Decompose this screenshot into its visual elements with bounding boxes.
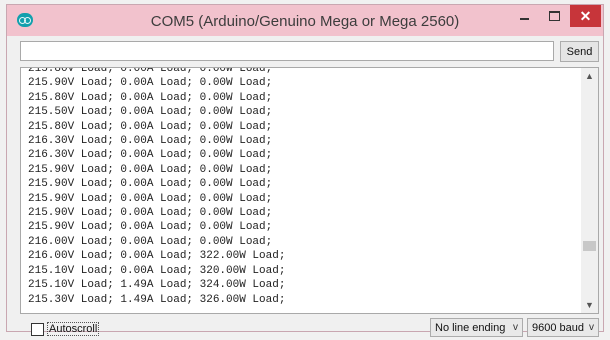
scroll-thumb[interactable] <box>583 241 596 251</box>
scroll-down-icon[interactable]: ▼ <box>581 297 598 313</box>
maximize-button[interactable] <box>539 5 569 27</box>
output-lines: 215.80V Load; 0.00A Load; 0.00W Load; 215… <box>28 67 286 307</box>
baud-rate-select[interactable]: 9600 baud v <box>527 318 599 337</box>
autoscroll-checkbox[interactable] <box>31 322 44 336</box>
minimize-icon <box>519 18 529 20</box>
output-line: 215.80V Load; 0.00A Load; 0.00W Load; <box>28 120 273 133</box>
autoscroll-toggle[interactable]: Autoscroll <box>31 322 100 336</box>
serial-output[interactable]: 215.80V Load; 0.00A Load; 0.00W Load; 215… <box>20 67 599 314</box>
output-line: 215.10V Load; 1.49A Load; 324.00W Load; <box>28 279 286 292</box>
close-button[interactable]: ✕ <box>570 5 601 27</box>
baud-rate-value: 9600 baud <box>532 321 584 334</box>
output-line: 216.00V Load; 0.00A Load; 322.00W Load; <box>28 250 286 263</box>
chevron-down-icon: v <box>589 322 594 333</box>
output-line: 215.90V Load; 0.00A Load; 0.00W Load; <box>28 207 273 220</box>
output-line: 215.90V Load; 0.00A Load; 0.00W Load; <box>28 163 273 176</box>
line-ending-value: No line ending <box>435 321 506 334</box>
output-line: 215.10V Load; 0.00A Load; 320.00W Load; <box>28 264 286 277</box>
chevron-down-icon: v <box>513 322 518 333</box>
output-line: 216.30V Load; 0.00A Load; 0.00W Load; <box>28 149 273 162</box>
serial-monitor-window: COM5 (Arduino/Genuino Mega or Mega 2560)… <box>6 4 604 337</box>
send-button[interactable]: Send <box>560 41 599 62</box>
scroll-up-icon[interactable]: ▲ <box>581 68 598 84</box>
line-ending-select[interactable]: No line ending v <box>430 318 523 337</box>
output-line: 215.90V Load; 0.00A Load; 0.00W Load; <box>28 192 273 205</box>
output-line: 215.90V Load; 0.00A Load; 0.00W Load; <box>28 178 273 191</box>
output-line: 215.90V Load; 0.00A Load; 0.00W Load; <box>28 221 273 234</box>
serial-input[interactable] <box>20 41 554 61</box>
output-line: 215.80V Load; 0.00A Load; 0.00W Load; <box>28 91 273 104</box>
output-line: 215.30V Load; 1.49A Load; 326.00W Load; <box>28 293 286 306</box>
maximize-icon <box>548 11 560 21</box>
close-icon: ✕ <box>579 7 592 24</box>
output-line: 215.50V Load; 0.00A Load; 0.00W Load; <box>28 106 273 119</box>
vertical-scrollbar[interactable]: ▲ ▼ <box>581 68 598 313</box>
output-line: 216.00V Load; 0.00A Load; 0.00W Load; <box>28 235 273 248</box>
minimize-button[interactable] <box>509 5 539 27</box>
title-bar[interactable]: COM5 (Arduino/Genuino Mega or Mega 2560)… <box>7 5 603 36</box>
output-line: 215.90V Load; 0.00A Load; 0.00W Load; <box>28 77 273 90</box>
output-line: 215.80V Load; 0.00A Load; 0.00W Load; <box>28 67 273 75</box>
autoscroll-label: Autoscroll <box>47 322 100 336</box>
output-line: 216.30V Load; 0.00A Load; 0.00W Load; <box>28 135 273 148</box>
